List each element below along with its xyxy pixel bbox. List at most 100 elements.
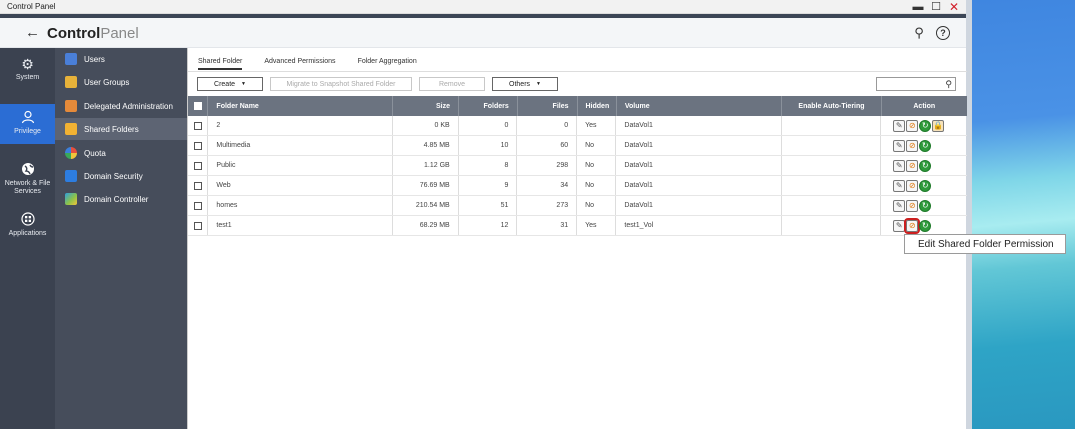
refresh-icon[interactable]: ↻ [919, 179, 932, 192]
create-button[interactable]: Create ▼ [197, 77, 263, 91]
edit-permission-icon[interactable]: ⊘ [906, 199, 919, 212]
edit-permission-icon[interactable]: ⊘ [906, 159, 919, 172]
table-row[interactable]: homes 210.54 MB 51 273 No DataVol1 ✎ ⊘ ↻ [188, 196, 967, 216]
toolbar: Create ▼ Migrate to Snapshot Shared Folde… [197, 77, 558, 91]
folder-count: 10 [459, 136, 518, 155]
shared-folder-icon [65, 123, 77, 135]
subnav-delegated-administration[interactable]: Delegated Administration [55, 95, 187, 117]
subnav-domain-controller[interactable]: Domain Controller [55, 188, 187, 210]
refresh-icon[interactable]: ↻ [919, 139, 932, 152]
subnav-quota[interactable]: Quota [55, 142, 187, 164]
secondary-nav: Users User Groups Delegated Administrati… [55, 48, 187, 429]
auto-tiering-value [782, 116, 882, 135]
back-arrow-icon[interactable]: ← [25, 24, 40, 41]
edit-properties-icon[interactable]: ✎ [893, 139, 906, 152]
tab-shared-folder[interactable]: Shared Folder [198, 58, 243, 70]
col-volume[interactable]: Volume [617, 96, 783, 116]
tab-advanced-permissions[interactable]: Advanced Permissions [264, 58, 335, 70]
table-row[interactable]: Public 1.12 GB 8 298 No DataVol1 ✎ ⊘ ↻ [188, 156, 967, 176]
nav-system[interactable]: ⚙ System [0, 56, 55, 88]
select-all-checkbox[interactable] [193, 102, 202, 110]
row-checkbox[interactable] [193, 181, 202, 190]
subnav-shared-folders[interactable]: Shared Folders [55, 118, 187, 140]
auto-tiering-value [782, 136, 882, 155]
search-icon[interactable]: ⚲ [912, 25, 926, 40]
row-checkbox[interactable] [193, 201, 202, 210]
volume-name: test1_Vol [616, 216, 782, 235]
auto-tiering-value [782, 196, 882, 215]
edit-properties-icon[interactable]: ✎ [893, 159, 906, 172]
edit-permission-icon[interactable]: ⊘ [906, 139, 919, 152]
tooltip: Edit Shared Folder Permission [904, 234, 1066, 254]
search-input[interactable]: ⚲ [876, 77, 956, 91]
col-auto-tiering[interactable]: Enable Auto-Tiering [782, 96, 882, 116]
volume-name: DataVol1 [616, 196, 782, 215]
volume-name: DataVol1 [616, 176, 782, 195]
minimize-icon[interactable]: ▬ [912, 1, 924, 13]
col-size[interactable]: Size [393, 96, 459, 116]
folder-count: 12 [459, 216, 518, 235]
edit-permission-icon[interactable]: ⊘ [906, 119, 919, 132]
edit-properties-icon[interactable]: ✎ [893, 119, 906, 132]
nav-privilege[interactable]: Privilege [0, 104, 55, 144]
col-folders[interactable]: Folders [459, 96, 518, 116]
table-row[interactable]: Web 76.69 MB 9 34 No DataVol1 ✎ ⊘ ↻ [188, 176, 967, 196]
refresh-icon[interactable]: ↻ [919, 199, 932, 212]
folder-size: 1.12 GB [393, 156, 459, 175]
remove-button[interactable]: Remove [419, 77, 485, 91]
edit-properties-icon[interactable]: ✎ [893, 179, 906, 192]
folder-size: 76.69 MB [393, 176, 459, 195]
migrate-snapshot-button[interactable]: Migrate to Snapshot Shared Folder [270, 77, 412, 91]
hidden-flag: No [577, 136, 617, 155]
table-row[interactable]: Multimedia 4.85 MB 10 60 No DataVol1 ✎ ⊘… [188, 136, 967, 156]
refresh-icon[interactable]: ↻ [919, 119, 932, 132]
row-checkbox[interactable] [193, 141, 202, 150]
col-files[interactable]: Files [518, 96, 578, 116]
refresh-icon[interactable]: ↻ [919, 159, 932, 172]
gear-icon: ⚙ [21, 56, 34, 72]
others-button[interactable]: Others ▼ [492, 77, 558, 91]
folder-count: 8 [459, 156, 518, 175]
quota-icon [65, 147, 77, 159]
user-group-icon [65, 76, 77, 88]
globe-icon [20, 162, 36, 178]
hidden-flag: Yes [577, 116, 617, 135]
col-action: Action [913, 102, 936, 110]
nav-network-file-services[interactable]: Network & File Services [0, 162, 55, 198]
table-row[interactable]: test1 68.29 MB 12 31 Yes test1_Vol ✎ ⊘ ↻ [188, 216, 967, 236]
subnav-domain-security[interactable]: Domain Security [55, 165, 187, 187]
subnav-users[interactable]: Users [55, 48, 187, 70]
file-count: 0 [517, 116, 578, 135]
folder-name: homes [208, 196, 394, 215]
edit-permission-icon[interactable]: ⊘ [904, 217, 921, 234]
help-icon[interactable]: ? [936, 26, 950, 40]
nav-applications[interactable]: Applications [0, 212, 55, 242]
row-checkbox[interactable] [193, 161, 202, 170]
folder-size: 4.85 MB [393, 136, 459, 155]
col-hidden[interactable]: Hidden [578, 96, 617, 116]
shared-folder-table: Folder Name Size Folders Files Hidden Vo… [188, 96, 967, 236]
lock-icon[interactable]: 🔒 [932, 119, 945, 132]
tab-folder-aggregation[interactable]: Folder Aggregation [358, 58, 417, 70]
edit-properties-icon[interactable]: ✎ [893, 199, 906, 212]
row-checkbox[interactable] [193, 221, 202, 230]
hidden-flag: Yes [577, 216, 617, 235]
apps-icon [20, 212, 36, 228]
folder-name: Web [208, 176, 394, 195]
maximize-icon[interactable]: ☐ [930, 1, 942, 13]
edit-properties-icon[interactable]: ✎ [893, 219, 906, 232]
folder-name: Public [208, 156, 394, 175]
folder-size: 68.29 MB [393, 216, 459, 235]
window-titlebar[interactable]: Control Panel ▬ ☐ ✕ [0, 0, 966, 14]
table-row[interactable]: 2 0 KB 0 0 Yes DataVol1 ✎ ⊘ ↻ 🔒 [188, 116, 967, 136]
subnav-user-groups[interactable]: User Groups [55, 71, 187, 93]
volume-name: DataVol1 [616, 156, 782, 175]
edit-permission-icon[interactable]: ⊘ [906, 179, 919, 192]
volume-name: DataVol1 [616, 136, 782, 155]
folder-name: 2 [208, 116, 394, 135]
close-icon[interactable]: ✕ [948, 1, 960, 13]
refresh-icon[interactable]: ↻ [919, 219, 932, 232]
auto-tiering-value [782, 176, 882, 195]
col-folder-name[interactable]: Folder Name [208, 96, 394, 116]
row-checkbox[interactable] [193, 121, 202, 130]
